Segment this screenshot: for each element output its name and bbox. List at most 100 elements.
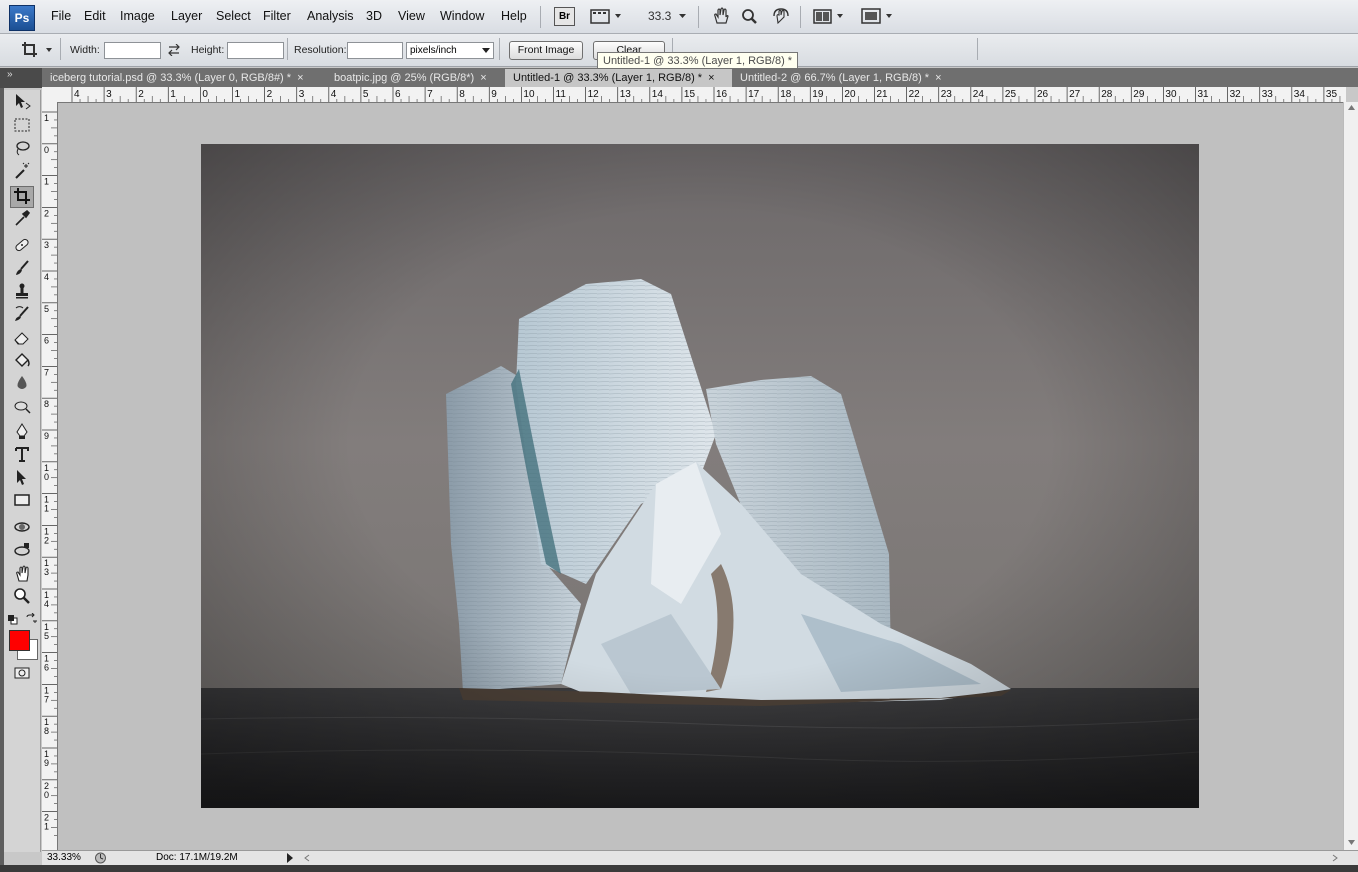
width-input[interactable] <box>104 42 161 59</box>
arrange-documents-icon[interactable] <box>813 7 847 25</box>
ruler-label: 4 <box>331 89 337 100</box>
rectangle-icon[interactable] <box>10 491 34 513</box>
tab-untitled-1[interactable]: Untitled-1 @ 33.3% (Layer 1, RGB/8) * × <box>505 69 732 87</box>
zoom-icon[interactable] <box>10 587 34 609</box>
menu-edit[interactable]: Edit <box>84 9 106 23</box>
marquee-icon[interactable] <box>10 116 34 138</box>
path-selection-icon[interactable] <box>10 468 34 490</box>
brush-icon[interactable] <box>10 259 34 281</box>
document-tab-bar: iceberg tutorial.psd @ 33.3% (Layer 0, R… <box>42 68 1358 87</box>
menu-3d[interactable]: 3D <box>366 9 382 23</box>
type-icon[interactable] <box>10 445 34 467</box>
tab-label: Untitled-1 @ 33.3% (Layer 1, RGB/8) * <box>513 72 703 84</box>
ruler-label: 0 <box>202 89 208 100</box>
ruler-label: 16 <box>716 89 728 100</box>
ruler-label: 30 <box>1165 89 1177 100</box>
ruler-label: 26 <box>1037 89 1049 100</box>
menu-filter[interactable]: Filter <box>263 9 291 23</box>
vertical-scrollbar[interactable] <box>1343 102 1358 850</box>
swap-dimensions-icon[interactable] <box>167 43 181 59</box>
menu-layer[interactable]: Layer <box>171 9 202 23</box>
toolbox-header[interactable]: » <box>0 68 42 88</box>
zoom-icon[interactable] <box>740 7 760 25</box>
foreground-color-swatch[interactable] <box>9 630 30 651</box>
ruler-label: 31 <box>1198 89 1210 100</box>
ruler-label: 9 <box>491 89 497 100</box>
ruler-label: 4 <box>44 599 49 609</box>
tab-label: iceberg tutorial.psd @ 33.3% (Layer 0, R… <box>50 72 292 84</box>
quick-mask-icon[interactable] <box>10 664 34 686</box>
close-icon[interactable]: × <box>935 72 941 84</box>
iceberg-photo <box>201 144 1199 808</box>
ruler-label: 20 <box>844 89 856 100</box>
close-icon[interactable]: × <box>297 72 303 84</box>
3d-orbit-icon[interactable] <box>10 541 34 563</box>
ruler-label: 5 <box>363 89 369 100</box>
screen-mode-icon[interactable] <box>861 7 897 25</box>
swap-colors-icon[interactable] <box>25 612 37 625</box>
menu-analysis[interactable]: Analysis <box>307 9 354 23</box>
ruler-label: 10 <box>523 89 535 100</box>
close-icon[interactable]: × <box>480 72 486 84</box>
menu-view[interactable]: View <box>398 9 425 23</box>
resolution-label: Resolution: <box>294 44 347 56</box>
resolution-units-select[interactable]: pixels/inch <box>406 42 494 59</box>
tab-untitled-2[interactable]: Untitled-2 @ 66.7% (Layer 1, RGB/8) * × <box>732 69 966 87</box>
tab-iceberg-tutorial[interactable]: iceberg tutorial.psd @ 33.3% (Layer 0, R… <box>42 69 332 87</box>
default-colors-icon[interactable] <box>8 614 18 625</box>
ruler-label: 8 <box>459 89 465 100</box>
ruler-label: 2 <box>44 535 49 545</box>
height-input[interactable] <box>227 42 284 59</box>
tab-label: Untitled-2 @ 66.7% (Layer 1, RGB/8) * <box>740 72 930 84</box>
ruler-label: 1 <box>170 89 176 100</box>
ruler-label: 3 <box>44 240 49 250</box>
magic-wand-icon[interactable] <box>10 162 34 184</box>
dodge-icon[interactable] <box>10 397 34 419</box>
hand-icon[interactable] <box>10 564 34 586</box>
zoom-percentage[interactable]: 33.33% <box>47 852 81 863</box>
menu-help[interactable]: Help <box>501 9 527 23</box>
bridge-button[interactable]: Br <box>554 7 575 26</box>
zoom-dropdown-icon[interactable] <box>678 7 688 25</box>
resolution-input[interactable] <box>347 42 403 59</box>
hand-icon[interactable] <box>711 7 731 25</box>
eyedropper-icon[interactable] <box>10 209 34 231</box>
menu-file[interactable]: File <box>51 9 71 23</box>
clone-stamp-icon[interactable] <box>10 282 34 304</box>
zoom-level[interactable]: 33.3 <box>648 9 671 27</box>
3d-rotate-icon[interactable] <box>10 518 34 540</box>
ruler-label: 6 <box>44 663 49 673</box>
history-brush-icon[interactable] <box>10 305 34 327</box>
blur-icon[interactable] <box>10 374 34 396</box>
ruler-label: 19 <box>812 89 824 100</box>
ruler-label: 12 <box>588 89 600 100</box>
document-size: Doc: 17.1M/19.2M <box>156 852 238 863</box>
rotate-view-icon[interactable] <box>770 7 792 25</box>
ruler-label: 5 <box>44 304 49 314</box>
filmstrip-icon[interactable] <box>590 7 624 25</box>
menu-select[interactable]: Select <box>216 9 251 23</box>
lasso-icon[interactable] <box>10 139 34 161</box>
menu-image[interactable]: Image <box>120 9 155 23</box>
toolbox <box>4 90 41 852</box>
close-icon[interactable]: × <box>708 72 714 84</box>
front-image-button[interactable]: Front Image <box>509 41 583 60</box>
ruler-ticks: 10123456789101112131415161718192021 <box>42 111 57 836</box>
tab-boatpic[interactable]: boatpic.jpg @ 25% (RGB/8*) × <box>326 69 510 87</box>
collapse-arrows-icon[interactable]: » <box>7 69 13 80</box>
crop-tool-preset-icon[interactable] <box>20 40 56 63</box>
menu-window[interactable]: Window <box>440 9 484 23</box>
ruler-label: 13 <box>620 89 632 100</box>
tab-label: boatpic.jpg @ 25% (RGB/8*) <box>334 72 475 84</box>
pen-icon[interactable] <box>10 422 34 444</box>
move-icon[interactable] <box>10 92 34 114</box>
document-image-iceberg[interactable] <box>201 144 1199 808</box>
ruler-label: 9 <box>44 431 49 441</box>
healing-brush-icon[interactable] <box>10 236 34 258</box>
height-label: Height: <box>191 44 225 56</box>
eraser-icon[interactable] <box>10 328 34 350</box>
paint-bucket-icon[interactable] <box>10 351 34 373</box>
crop-icon[interactable] <box>10 186 34 208</box>
ruler-label: 6 <box>395 89 401 100</box>
ruler-label: 23 <box>941 89 953 100</box>
